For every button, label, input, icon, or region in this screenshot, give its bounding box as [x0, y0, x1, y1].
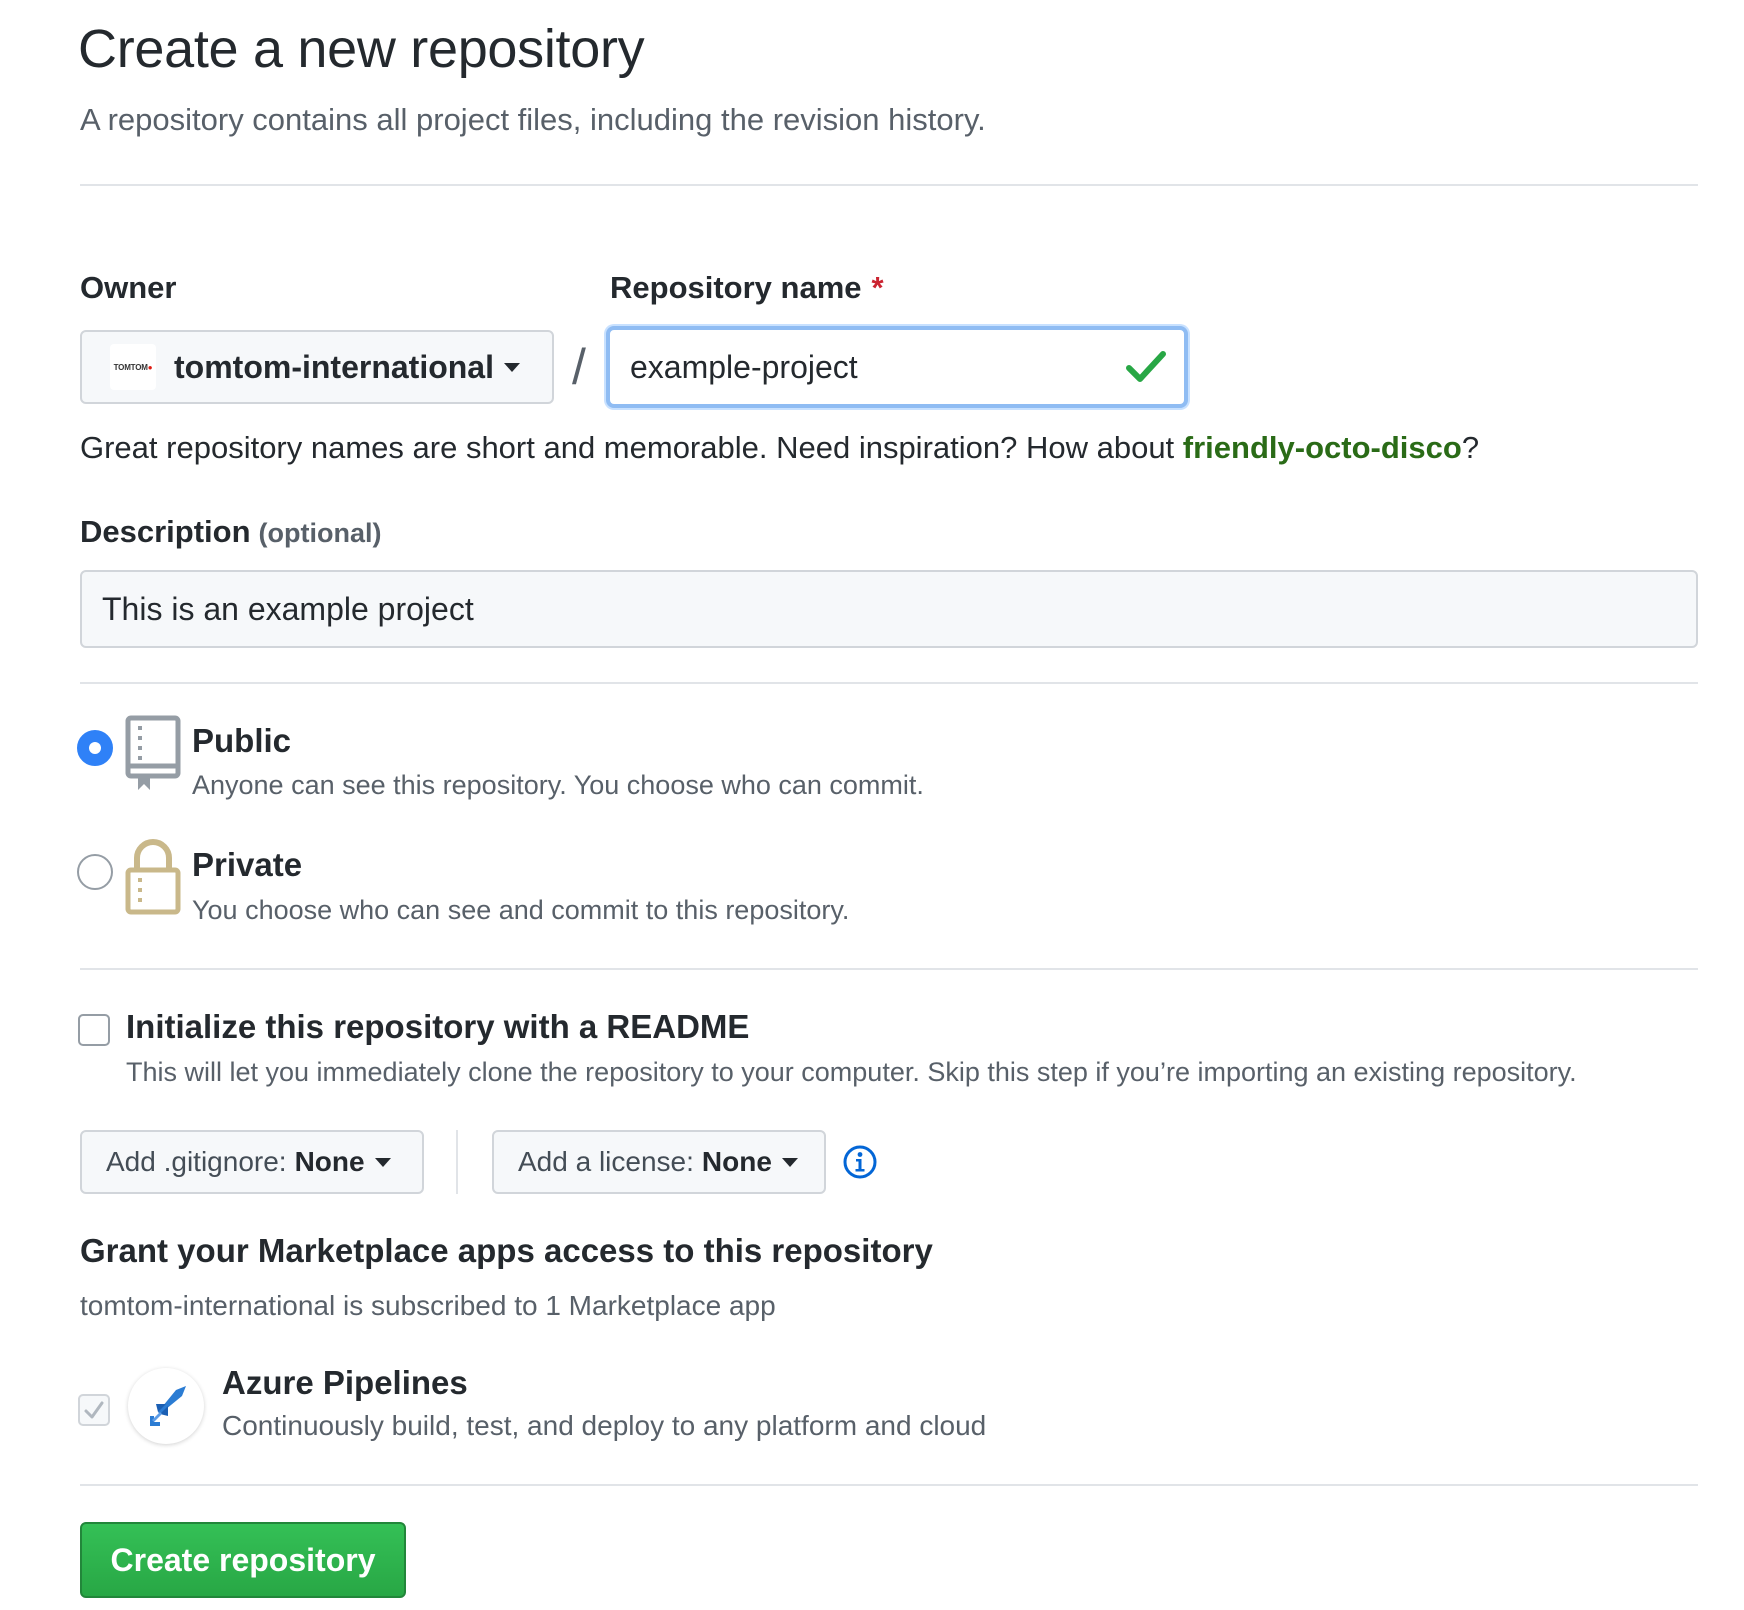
caret-down-icon	[374, 1157, 391, 1167]
info-icon[interactable]	[842, 1144, 878, 1180]
gitignore-label: Add .gitignore:	[106, 1146, 287, 1177]
repo-name-input[interactable]	[630, 348, 1110, 386]
azure-pipelines-icon	[150, 1386, 186, 1426]
divider	[80, 968, 1698, 970]
create-repository-button[interactable]: Create repository	[80, 1522, 406, 1598]
public-title: Public	[192, 722, 292, 759]
check-icon	[84, 1401, 104, 1419]
gitignore-value: None	[294, 1146, 365, 1177]
divider	[80, 184, 1698, 186]
description-label: Description (optional)	[80, 514, 382, 549]
app-logo	[128, 1368, 204, 1444]
description-input[interactable]	[102, 590, 1662, 628]
owner-label: Owner	[80, 270, 177, 305]
private-radio[interactable]	[77, 854, 113, 890]
private-description: You choose who can see and commit to thi…	[192, 895, 850, 925]
private-title: Private	[192, 846, 303, 883]
license-label: Add a license:	[518, 1146, 694, 1177]
readme-checkbox[interactable]	[78, 1014, 110, 1046]
repo-name-label: Repository name *	[610, 270, 884, 305]
marketplace-heading: Grant your Marketplace apps access to th…	[80, 1232, 933, 1269]
public-radio[interactable]	[77, 730, 113, 766]
description-field[interactable]	[80, 570, 1698, 648]
owner-avatar: TOMTOM ●	[110, 344, 156, 390]
owner-value: tomtom-international	[174, 348, 494, 385]
check-icon	[1126, 351, 1166, 382]
required-mark: *	[871, 270, 884, 305]
gitignore-select[interactable]: Add .gitignore: None	[80, 1130, 424, 1194]
repo-name-hint: Great repository names are short and mem…	[80, 430, 1480, 465]
page-title: Create a new repository	[78, 19, 645, 79]
page-subtitle: A repository contains all project files,…	[80, 102, 986, 137]
caret-down-icon	[503, 362, 520, 372]
divider	[456, 1130, 458, 1194]
azure-pipelines-checkbox[interactable]	[78, 1394, 110, 1426]
public-description: Anyone can see this repository. You choo…	[192, 770, 924, 800]
repo-name-field[interactable]	[606, 326, 1188, 408]
divider	[80, 682, 1698, 684]
caret-down-icon	[781, 1157, 798, 1167]
marketplace-subheading: tomtom-international is subscribed to 1 …	[80, 1290, 776, 1321]
license-value: None	[701, 1146, 772, 1177]
suggestion-link[interactable]: friendly-octo-disco	[1183, 430, 1462, 465]
license-select[interactable]: Add a license: None	[492, 1130, 826, 1194]
repo-icon	[125, 715, 181, 790]
app-description: Continuously build, test, and deploy to …	[222, 1410, 987, 1441]
owner-repo-separator: /	[572, 339, 586, 395]
readme-title: Initialize this repository with a README	[126, 1008, 750, 1045]
lock-icon	[125, 839, 181, 915]
divider	[80, 1484, 1698, 1486]
readme-description: This will let you immediately clone the …	[126, 1057, 1577, 1087]
optional-note: (optional)	[258, 518, 382, 548]
owner-select[interactable]: TOMTOM ● tomtom-international	[80, 330, 554, 404]
app-name: Azure Pipelines	[222, 1364, 468, 1401]
